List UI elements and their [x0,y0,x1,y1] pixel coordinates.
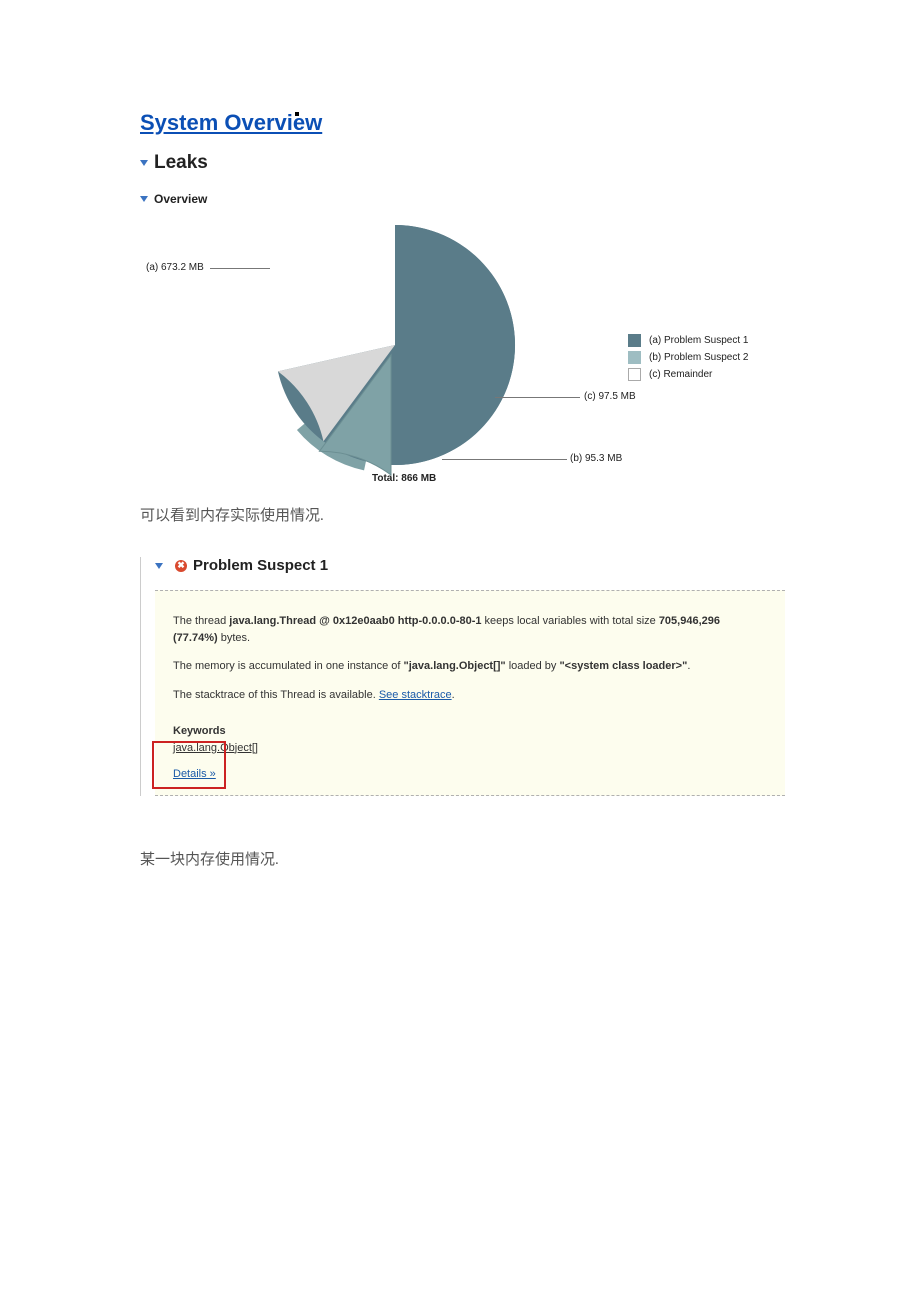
suspect-line-2: The memory is accumulated in one instanc… [173,658,767,675]
leader-line [210,268,270,269]
text: bytes. [218,632,250,644]
leaks-label: Leaks [154,152,208,174]
caret-down-icon [155,563,163,569]
legend-label: (a) Problem Suspect 1 [649,335,749,346]
suspect-line-3: The stacktrace of this Thread is availab… [173,687,767,704]
overview-label: Overview [154,192,207,206]
problem-suspect-body: The thread java.lang.Thread @ 0x12e0aab0… [155,590,785,796]
legend-item: (b) Problem Suspect 2 [628,351,749,364]
chart-total: Total: 866 MB [372,473,436,484]
legend-swatch-b [628,351,641,364]
legend-swatch-c [628,368,641,381]
legend-swatch-a [628,334,641,347]
slice-b-label: (b) 95.3 MB [570,453,622,464]
text: keeps local variables with total size [482,615,659,627]
suspect-line-1: The thread java.lang.Thread @ 0x12e0aab0… [173,613,767,646]
text: . [452,689,455,701]
see-stacktrace-link[interactable]: See stacktrace [379,689,452,701]
slice-a-label: (a) 673.2 MB [146,262,204,273]
text: The thread [173,615,229,627]
details-link[interactable]: Details » [173,768,216,780]
caret-down-icon [140,196,148,202]
keywords-value: java.lang.Object[] [173,740,767,757]
caption-2: 某一块内存使用情况. [140,848,785,869]
leader-line [495,397,580,398]
overview-heading[interactable]: Overview [140,192,785,206]
error-icon: ✖ [175,560,187,572]
leaks-heading[interactable]: Leaks [140,152,785,174]
pie-chart: (a) 673.2 MB (c) 97.5 MB (b) 95.3 MB Tot… [140,212,785,492]
legend-label: (b) Problem Suspect 2 [649,352,749,363]
slice-c-label: (c) 97.5 MB [584,391,636,402]
legend-label: (c) Remainder [649,369,712,380]
classloader: "<system class loader>" [559,660,687,672]
text: . [687,660,690,672]
thread-id: java.lang.Thread @ 0x12e0aab0 http-0.0.0… [229,615,481,627]
text: The memory is accumulated in one instanc… [173,660,404,672]
text: The stacktrace of this Thread is availab… [173,689,379,701]
caption-1: 可以看到内存实际使用情况. [140,504,785,525]
class-name: "java.lang.Object[]" [404,660,506,672]
caret-down-icon [140,160,148,166]
leader-line [442,459,567,460]
chart-legend: (a) Problem Suspect 1 (b) Problem Suspec… [628,334,749,385]
bullet-dot [295,112,299,116]
text: loaded by [506,660,560,672]
legend-item: (a) Problem Suspect 1 [628,334,749,347]
problem-suspect-panel: ✖ Problem Suspect 1 The thread java.lang… [140,557,785,796]
problem-suspect-title: Problem Suspect 1 [193,557,328,574]
keywords-heading: Keywords [173,723,767,740]
legend-item: (c) Remainder [628,368,749,381]
pie-svg [255,220,535,480]
problem-suspect-heading[interactable]: ✖ Problem Suspect 1 [155,557,785,574]
